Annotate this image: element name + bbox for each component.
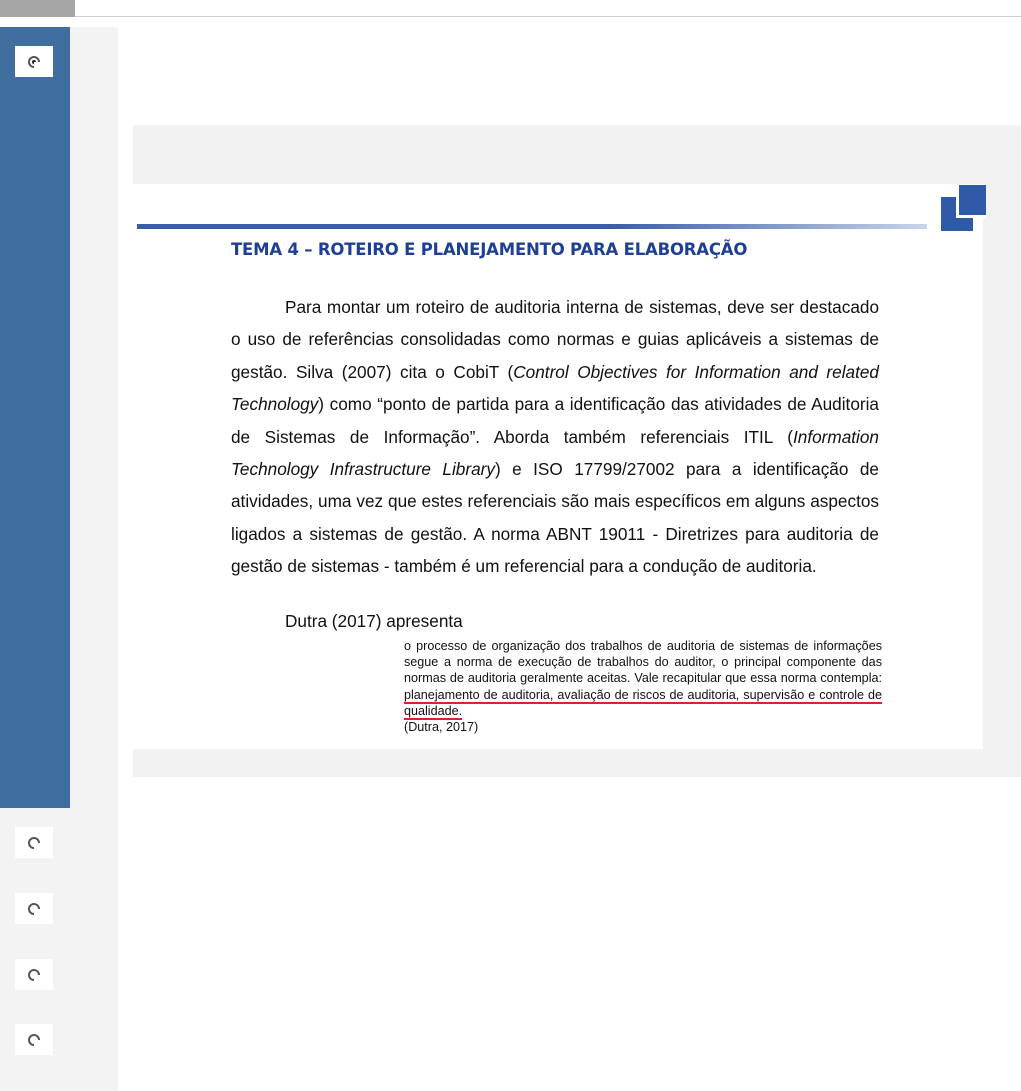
- radio-selected-icon: [28, 55, 40, 68]
- option-radio-2[interactable]: [15, 827, 53, 858]
- radio-empty-icon: [28, 1033, 40, 1046]
- radio-empty-icon: [28, 968, 40, 981]
- top-tab: [0, 0, 75, 17]
- quote-citation: (Dutra, 2017): [404, 720, 479, 735]
- slide-title: TEMA 4 – ROTEIRO E PLANEJAMENTO PARA ELA…: [231, 240, 748, 259]
- selected-option-highlight: [0, 27, 70, 808]
- quote-intro: Dutra (2017) apresenta: [285, 611, 463, 631]
- highlighted-text: planejamento de auditoria, avaliação de …: [404, 687, 882, 720]
- slide-decor-square-icon: [956, 185, 986, 218]
- radio-empty-icon: [28, 836, 40, 849]
- option-radio-1[interactable]: [15, 46, 53, 77]
- top-divider: [75, 16, 1021, 17]
- slide-header-rule: [137, 224, 927, 229]
- option-radio-4[interactable]: [15, 959, 53, 990]
- radio-empty-icon: [28, 902, 40, 915]
- option-radio-5[interactable]: [15, 1024, 53, 1055]
- block-quote: o processo de organização dos trabalhos …: [404, 639, 882, 735]
- slide-paragraph: Para montar um roteiro de auditoria inte…: [231, 297, 879, 577]
- option-radio-3[interactable]: [15, 893, 53, 924]
